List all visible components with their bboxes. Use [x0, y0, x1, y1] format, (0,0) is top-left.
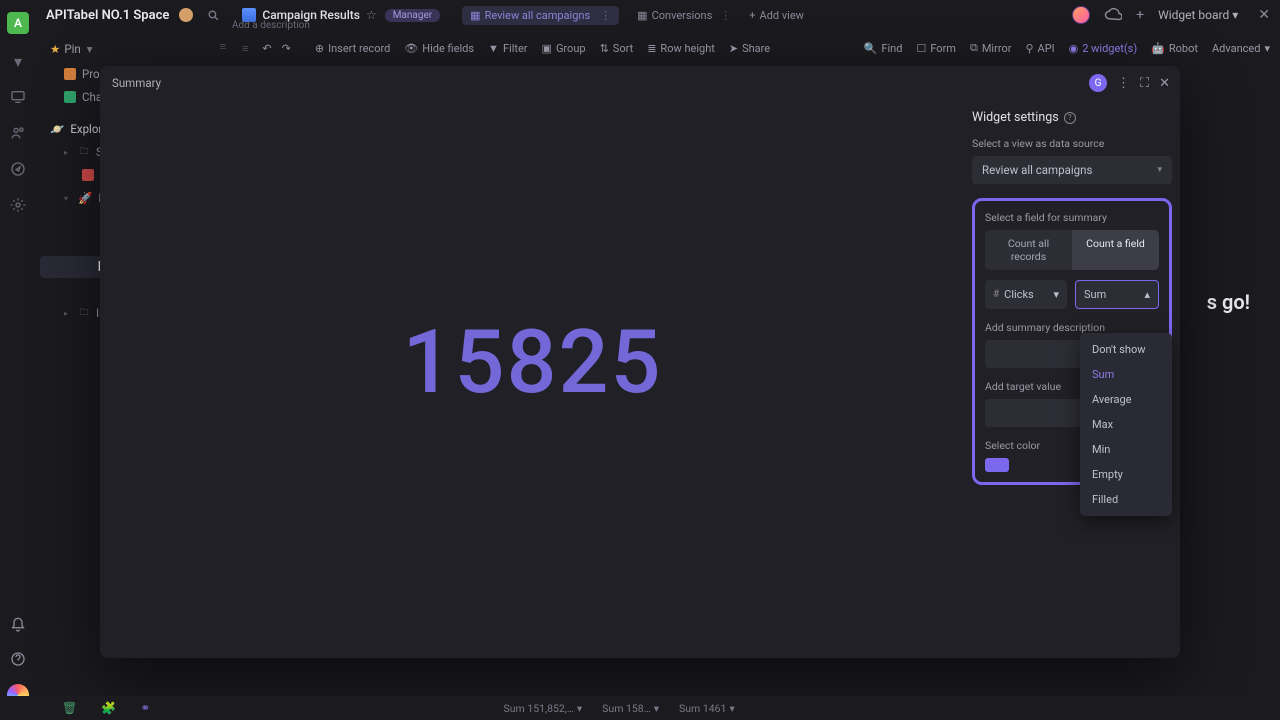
source-label: Select a view as data source — [972, 137, 1172, 150]
top-header: APITabel NO.1 Space Campaign Results ☆ M… — [36, 0, 1280, 30]
grid-icon: ▦ — [637, 9, 647, 22]
aggregation-select[interactable]: Sum ▴ — [1075, 280, 1159, 309]
left-rail: A ▾ — [0, 0, 36, 720]
find-button[interactable]: 🔍Find — [864, 42, 903, 55]
star-icon[interactable]: ☆ — [366, 8, 377, 22]
search-icon[interactable] — [207, 9, 220, 22]
add-view-button[interactable]: + Add view — [749, 9, 804, 22]
row-height-button[interactable]: ≣Row height — [647, 42, 715, 55]
compass-icon[interactable] — [9, 160, 27, 178]
dropdown-item-max[interactable]: Max — [1080, 412, 1172, 437]
pin-section[interactable]: ★ Pin ▾ — [40, 36, 228, 62]
column-summary-1[interactable]: Sum 151,852,… ▾ — [503, 702, 582, 715]
chevron-down-icon: ▾ — [87, 42, 93, 56]
close-button[interactable]: ✕ — [1258, 7, 1270, 23]
chevron-down-icon: ▾ — [1053, 288, 1059, 301]
view-options-icon[interactable]: ⋮ — [720, 9, 731, 22]
column-summary-2[interactable]: Sum 158… ▾ — [602, 702, 659, 715]
summary-widget: Summary G ⋮ ⛶ ✕ 15825 Widget settings ? … — [100, 66, 1180, 658]
share-button[interactable]: ➤Share — [729, 42, 770, 55]
bell-icon[interactable] — [9, 616, 27, 634]
count-all-records-button[interactable]: Count all records — [985, 230, 1072, 270]
share-icon[interactable]: ⚭ — [140, 701, 150, 715]
summary-value: 15825 — [402, 311, 662, 414]
dropdown-item-filled[interactable]: Filled — [1080, 487, 1172, 512]
gear-icon[interactable] — [9, 196, 27, 214]
user-avatar[interactable] — [1072, 6, 1090, 24]
info-icon[interactable]: ? — [1064, 112, 1076, 124]
aggregation-dropdown: Don't show Sum Average Max Min Empty Fil… — [1080, 333, 1172, 516]
close-icon[interactable]: ✕ — [1159, 76, 1170, 91]
dropdown-item-empty[interactable]: Empty — [1080, 462, 1172, 487]
count-a-field-button[interactable]: Count a field — [1072, 230, 1159, 270]
source-select[interactable]: Review all campaigns ▾ — [972, 156, 1172, 184]
role-tag: Manager — [385, 9, 440, 22]
dropdown-item-sum[interactable]: Sum — [1080, 362, 1172, 387]
view-conversions[interactable]: ▦ Conversions ⋮ — [637, 9, 731, 22]
expand-icon[interactable]: ⛶ — [1140, 76, 1149, 91]
group-button[interactable]: ▣Group — [542, 42, 586, 55]
widget-board-select[interactable]: Widget board▾ — [1158, 8, 1238, 22]
dropdown-item-dont-show[interactable]: Don't show — [1080, 337, 1172, 362]
api-button[interactable]: ⚲API — [1025, 42, 1054, 55]
insert-record-button[interactable]: ⊕Insert record — [315, 42, 390, 55]
dropdown-item-min[interactable]: Min — [1080, 437, 1172, 462]
background-heading: s go! — [1207, 290, 1250, 314]
summary-field-panel: Select a field for summary Count all rec… — [972, 198, 1172, 485]
space-emoji-icon — [179, 8, 193, 22]
view-options-icon[interactable]: ⋮ — [600, 9, 611, 22]
status-bar: 🗑 🧩 ⚭ Sum 151,852,… ▾ Sum 158… ▾ Sum 146… — [0, 696, 1280, 720]
collapse-sidebar-icon[interactable]: ≡ — [220, 40, 226, 53]
redo-button[interactable]: ↷ — [282, 42, 291, 55]
chevron-down-icon: ▾ — [1264, 42, 1270, 55]
chevron-down-icon: ▾ — [1157, 165, 1162, 175]
planet-icon: 🪐 — [50, 122, 64, 136]
color-swatch[interactable] — [985, 458, 1009, 472]
hash-icon: # — [993, 289, 999, 300]
sort-button[interactable]: ⇅Sort — [600, 42, 634, 55]
widget-settings-panel: Widget settings ? Select a view as data … — [972, 110, 1172, 485]
description-placeholder[interactable]: Add a description — [232, 20, 310, 31]
chevron-down-icon[interactable]: ▾ — [9, 52, 27, 70]
dropdown-item-average[interactable]: Average — [1080, 387, 1172, 412]
grid-icon: ▦ — [470, 9, 480, 22]
template-icon[interactable]: 🧩 — [101, 701, 116, 715]
add-button[interactable]: + — [1136, 7, 1144, 23]
help-icon[interactable] — [9, 650, 27, 668]
column-summary-3[interactable]: Sum 1461 ▾ — [679, 702, 735, 715]
star-icon: ★ — [50, 42, 60, 56]
undo-button[interactable]: ↶ — [262, 42, 271, 55]
menu-icon[interactable]: ≡ — [242, 42, 248, 55]
form-button[interactable]: ☐Form — [916, 42, 956, 55]
widget-type-badge[interactable]: G — [1089, 74, 1107, 92]
field-select[interactable]: #Clicks ▾ — [985, 280, 1067, 309]
advanced-button[interactable]: Advanced▾ — [1212, 42, 1270, 55]
robot-button[interactable]: 🤖Robot — [1151, 42, 1198, 55]
view-review-campaigns[interactable]: ▦ Review all campaigns ⋮ — [462, 6, 619, 25]
chevron-down-icon: ▾ — [1232, 8, 1238, 22]
view-toolbar: ≡ ↶ ↷ ⊕Insert record 👁Hide fields ▼Filte… — [232, 36, 1280, 60]
sync-icon[interactable] — [1104, 6, 1122, 24]
widgets-button[interactable]: ◉2 widget(s) — [1069, 42, 1138, 55]
hide-fields-button[interactable]: 👁Hide fields — [404, 42, 474, 55]
field-label: Select a field for summary — [985, 211, 1159, 224]
plus-icon: + — [749, 9, 755, 22]
filter-button[interactable]: ▼Filter — [488, 42, 527, 55]
rocket-icon: 🚀 — [78, 191, 92, 205]
people-icon[interactable] — [9, 124, 27, 142]
mirror-button[interactable]: ⧉Mirror — [970, 41, 1012, 55]
trash-icon[interactable]: 🗑 — [62, 701, 77, 715]
space-name[interactable]: APITabel NO.1 Space — [46, 8, 169, 23]
chevron-up-icon: ▴ — [1144, 288, 1150, 301]
count-mode-segmented: Count all records Count a field — [985, 230, 1159, 270]
settings-title: Widget settings ? — [972, 110, 1172, 125]
workspace-badge[interactable]: A — [7, 12, 29, 34]
more-icon[interactable]: ⋮ — [1117, 76, 1130, 91]
summary-value-area: 15825 — [100, 66, 965, 658]
monitor-icon[interactable] — [9, 88, 27, 106]
